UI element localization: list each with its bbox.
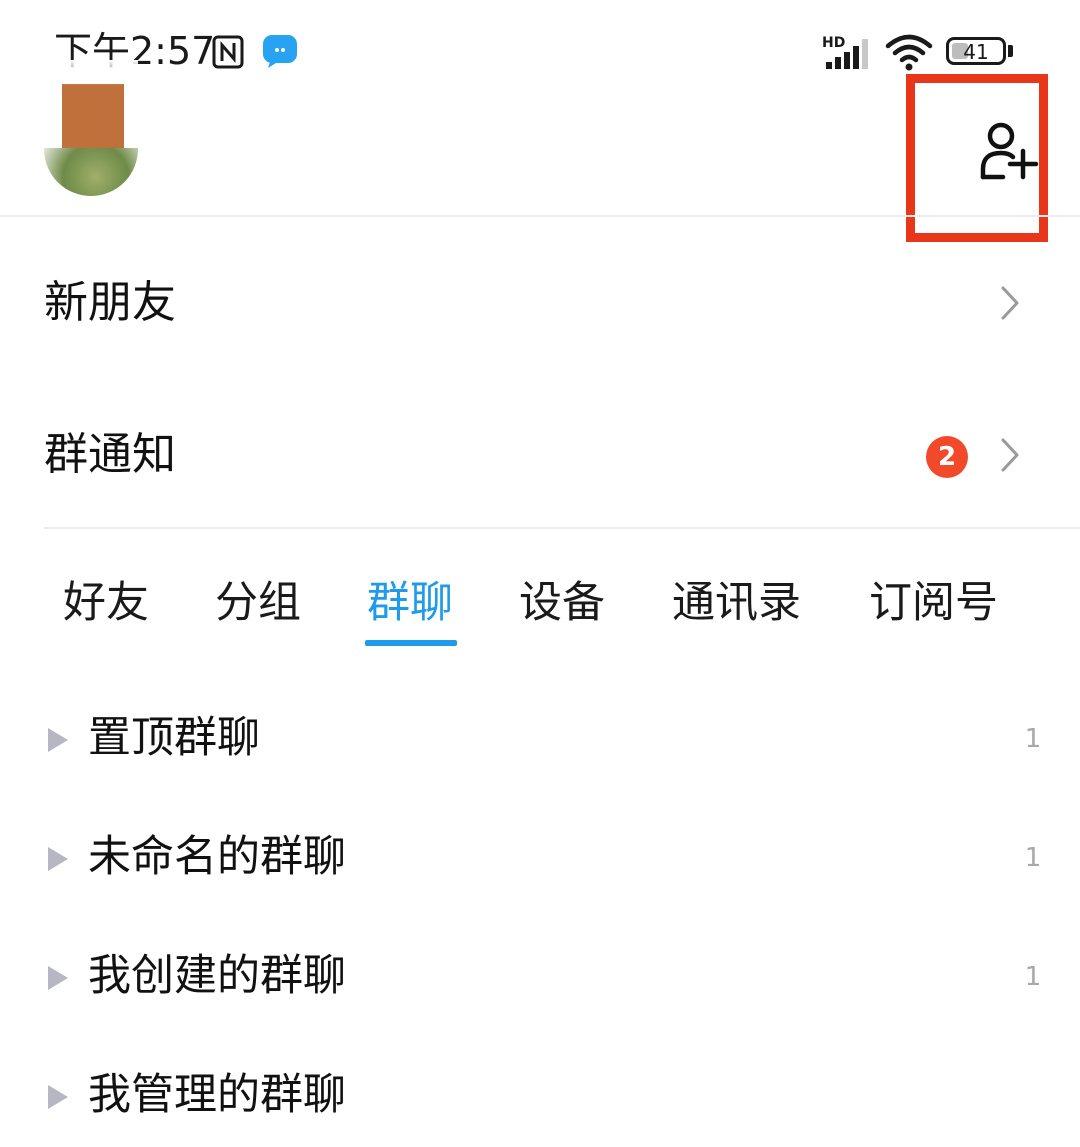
tab-subscriptions[interactable]: 订阅号 <box>869 575 998 631</box>
group-category-row[interactable]: 置顶群聊 1 <box>0 690 1080 790</box>
group-notice-row[interactable]: 群通知 2 <box>0 404 1080 504</box>
wifi-icon <box>885 34 933 71</box>
expand-arrow-icon <box>48 1085 68 1109</box>
chevron-right-icon <box>1001 286 1019 320</box>
group-category-label: 置顶群聊 <box>88 713 260 763</box>
battery-percent: 41 <box>963 40 989 64</box>
new-friends-label: 新朋友 <box>44 277 176 328</box>
nfc-icon <box>212 35 244 69</box>
battery-cap <box>1008 45 1013 57</box>
avatar[interactable] <box>44 84 138 196</box>
avatar-image-top <box>62 84 124 148</box>
group-category-label: 我管理的群聊 <box>88 1070 346 1120</box>
header-divider <box>0 215 1080 217</box>
tab-contacts[interactable]: 通讯录 <box>672 575 801 631</box>
group-category-count: 1 <box>1024 724 1042 754</box>
group-category-label: 未命名的群聊 <box>88 832 346 882</box>
group-category-row[interactable]: 我创建的群聊 1 <box>0 928 1080 1028</box>
expand-arrow-icon <box>48 728 68 752</box>
expand-arrow-icon <box>48 966 68 990</box>
unread-badge: 2 <box>926 436 968 478</box>
message-app-icon <box>263 35 297 68</box>
group-category-count: 1 <box>1024 962 1042 992</box>
add-friend-icon <box>980 122 1039 180</box>
tab-group-chats[interactable]: 群聊 <box>367 575 453 631</box>
group-notice-label: 群通知 <box>44 429 176 480</box>
tab-devices[interactable]: 设备 <box>519 575 605 631</box>
signal-icon <box>826 39 868 69</box>
group-category-row[interactable]: 未命名的群聊 1 <box>0 809 1080 909</box>
group-category-label: 我创建的群聊 <box>88 951 346 1001</box>
active-tab-indicator <box>365 640 457 646</box>
tab-friends[interactable]: 好友 <box>63 575 149 631</box>
new-friends-row[interactable]: 新朋友 <box>0 252 1080 352</box>
avatar-fade <box>44 60 138 86</box>
group-category-row[interactable]: 我管理的群聊 <box>0 1047 1080 1147</box>
chevron-right-icon <box>1001 438 1019 472</box>
battery-icon: 41 <box>946 37 1006 65</box>
section-divider <box>44 527 1080 529</box>
group-category-count: 1 <box>1024 843 1042 873</box>
avatar-image-bottom <box>44 148 138 196</box>
tab-groups[interactable]: 分组 <box>215 575 301 631</box>
expand-arrow-icon <box>48 847 68 871</box>
